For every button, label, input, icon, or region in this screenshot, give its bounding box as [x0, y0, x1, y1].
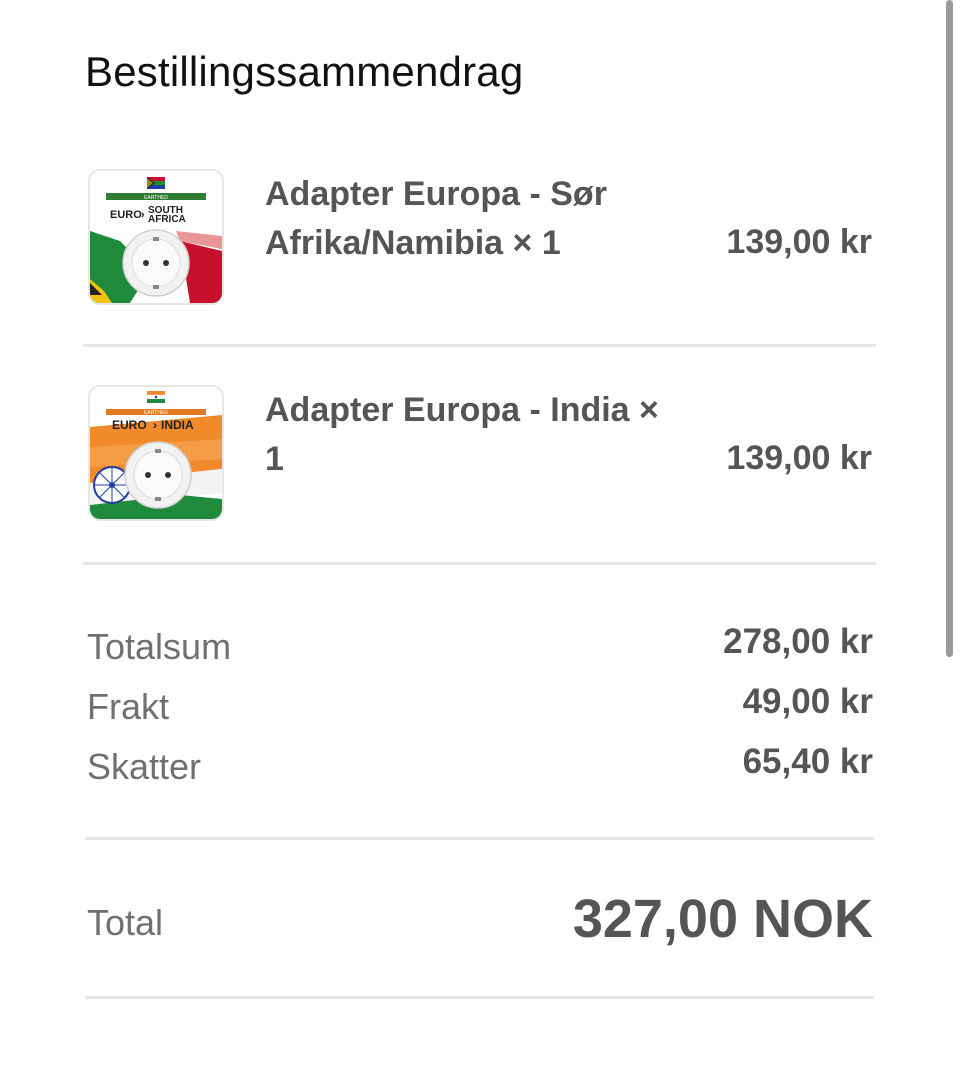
grand-total-label: Total	[87, 902, 164, 943]
south-africa-flag-icon	[147, 177, 165, 189]
page-title: Bestillingssammendrag	[85, 48, 524, 95]
product-image-south-africa: EARTHED EURO › SOUTH AFRICA	[90, 171, 222, 303]
taxes-row: Skatter 65,40 kr	[87, 742, 873, 790]
shipping-row: Frakt 49,00 kr	[87, 682, 873, 730]
svg-text:EURO: EURO	[110, 209, 142, 221]
checkout-order-summary-page: Bestillingssammendrag EARTHED EURO › SOU…	[0, 0, 960, 1075]
product-image-india: EARTHED EURO › INDIA	[90, 387, 222, 519]
svg-text:EARTHED: EARTHED	[144, 195, 168, 201]
shipping-value: 49,00 kr	[742, 682, 873, 721]
india-flag-icon	[146, 391, 166, 403]
item-price: 139,00 kr	[726, 439, 872, 477]
item-name: Adapter Europa - India × 1	[265, 391, 659, 478]
divider	[83, 562, 876, 565]
shipping-label: Frakt	[87, 686, 170, 727]
product-thumbnail: EARTHED EURO › SOUTH AFRICA	[88, 169, 224, 305]
taxes-value: 65,40 kr	[742, 742, 873, 781]
taxes-label: Skatter	[87, 746, 202, 787]
subtotal-label: Totalsum	[87, 626, 232, 667]
svg-text:EURO: EURO	[112, 418, 147, 432]
grand-total-value: 327,00 NOK	[572, 889, 873, 949]
item-name: Adapter Europa - Sør Afrika/Namibia × 1	[265, 175, 607, 262]
subtotal-value: 278,00 kr	[723, 622, 873, 661]
scrollbar[interactable]	[946, 0, 953, 657]
divider	[83, 344, 876, 347]
subtotal-row: Totalsum 278,00 kr	[87, 622, 873, 670]
svg-text:EARTHED: EARTHED	[144, 410, 168, 416]
svg-text:AFRICA: AFRICA	[148, 214, 186, 225]
svg-text:INDIA: INDIA	[161, 418, 194, 432]
svg-text:›: ›	[141, 209, 145, 221]
product-thumbnail: EARTHED EURO › INDIA	[88, 385, 224, 521]
divider	[85, 837, 874, 840]
svg-text:›: ›	[153, 418, 157, 432]
divider	[85, 996, 874, 999]
item-price: 139,00 kr	[726, 223, 872, 261]
